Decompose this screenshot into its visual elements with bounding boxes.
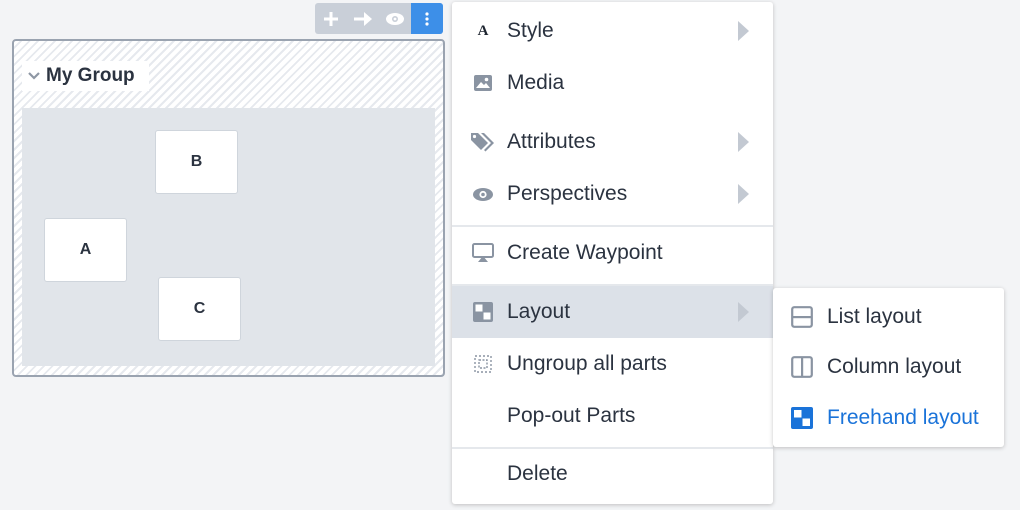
- menu-item-label: Create Waypoint: [507, 241, 663, 264]
- submenu-arrow-icon: [738, 21, 749, 41]
- eye-icon: [386, 12, 404, 25]
- list-layout-icon: [789, 304, 815, 330]
- group-title: My Group: [46, 65, 135, 86]
- menu-item-label: Attributes: [507, 130, 596, 153]
- submenu-item-label: Freehand layout: [827, 406, 979, 429]
- menu-item-pop-out-parts[interactable]: Pop-out Parts: [452, 390, 773, 442]
- group-container[interactable]: My Group B A C: [12, 39, 445, 377]
- arrow-right-icon: [354, 11, 372, 26]
- navigate-button[interactable]: [347, 3, 379, 34]
- group-title-bar[interactable]: My Group: [22, 61, 149, 91]
- more-options-button[interactable]: [411, 3, 443, 34]
- layout-submenu: List layout Column layout Freehand layou…: [773, 288, 1004, 447]
- submenu-item-column-layout[interactable]: Column layout: [773, 342, 1004, 392]
- submenu-item-freehand-layout[interactable]: Freehand layout: [773, 393, 1004, 443]
- group-body[interactable]: B A C: [22, 108, 435, 366]
- menu-item-ungroup[interactable]: Ungroup all parts: [452, 338, 773, 390]
- menu-item-create-waypoint[interactable]: Create Waypoint: [452, 227, 773, 279]
- menu-item-layout[interactable]: Layout: [452, 286, 773, 338]
- menu-item-perspectives[interactable]: Perspectives: [452, 168, 773, 220]
- part-b[interactable]: B: [155, 130, 238, 194]
- freehand-layout-icon: [789, 405, 815, 431]
- menu-item-label: Media: [507, 71, 565, 94]
- submenu-item-label: List layout: [827, 305, 922, 328]
- ungroup-icon: [470, 351, 496, 377]
- submenu-item-list-layout[interactable]: List layout: [773, 292, 1004, 342]
- submenu-item-label: Column layout: [827, 355, 962, 378]
- layout-icon: [470, 299, 496, 325]
- group-toolbar: [315, 3, 443, 34]
- style-letter-icon: A: [477, 22, 489, 39]
- part-c[interactable]: C: [158, 277, 241, 341]
- add-button[interactable]: [315, 3, 347, 34]
- menu-item-label: Layout: [507, 300, 571, 323]
- airplay-icon: [470, 240, 496, 266]
- tags-icon: [470, 129, 496, 155]
- column-layout-icon: [789, 354, 815, 380]
- plus-icon: [324, 11, 338, 26]
- menu-item-media[interactable]: Media: [452, 57, 773, 109]
- context-menu: A Style Media Attributes Perspectives Cr…: [452, 2, 773, 504]
- chevron-down-icon[interactable]: [28, 67, 40, 85]
- eye-icon: [470, 181, 496, 207]
- canvas: My Group B A C A Style Media Attributes …: [0, 0, 1020, 510]
- menu-item-attributes[interactable]: Attributes: [452, 116, 773, 168]
- image-icon: [470, 70, 496, 96]
- menu-item-style[interactable]: A Style: [452, 5, 773, 57]
- part-a[interactable]: A: [44, 218, 127, 282]
- more-vertical-icon: [425, 11, 429, 26]
- submenu-arrow-icon: [738, 184, 749, 204]
- menu-item-label: Ungroup all parts: [507, 352, 667, 375]
- menu-item-label: Style: [507, 19, 554, 42]
- menu-item-label: Delete: [507, 462, 568, 485]
- menu-item-label: Pop-out Parts: [507, 404, 636, 427]
- menu-item-delete[interactable]: Delete: [452, 448, 773, 500]
- visibility-button[interactable]: [379, 3, 411, 34]
- submenu-arrow-icon: [738, 132, 749, 152]
- submenu-arrow-icon: [738, 302, 749, 322]
- menu-item-label: Perspectives: [507, 182, 628, 205]
